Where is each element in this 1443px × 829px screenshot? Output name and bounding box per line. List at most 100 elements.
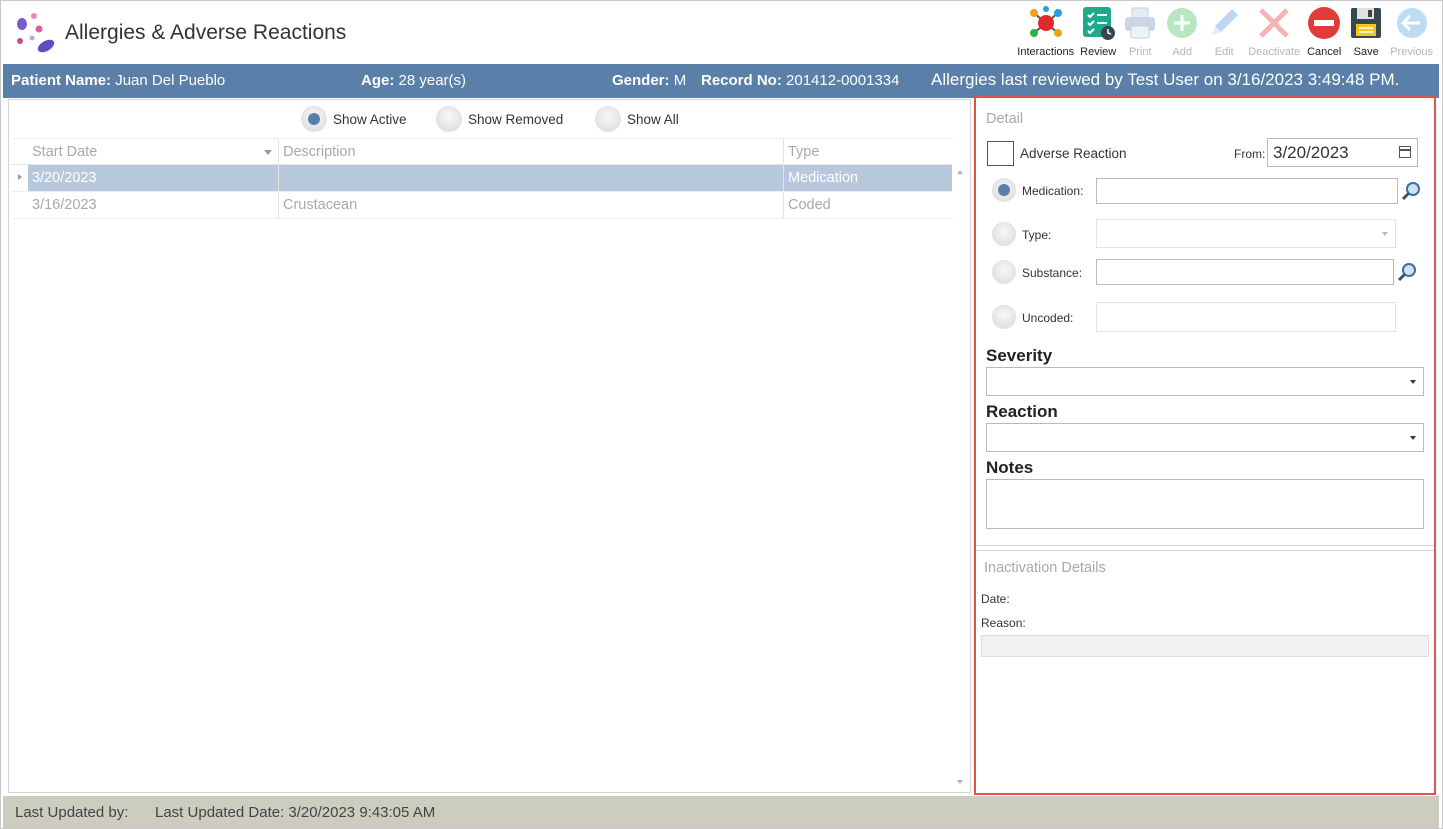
row-indicator-header <box>12 139 28 164</box>
row-description <box>279 165 784 191</box>
row-type: Medication <box>784 165 952 191</box>
cancel-button[interactable]: Cancel <box>1303 5 1345 61</box>
deactivate-button[interactable]: Deactivate <box>1245 5 1303 61</box>
detail-panel: Detail Adverse Reaction From: 3/20/2023 … <box>974 96 1436 795</box>
patient-age-label: Age: <box>361 72 395 89</box>
uncoded-radio[interactable] <box>992 305 1016 329</box>
deactivate-x-icon <box>1259 8 1289 38</box>
allergy-list-panel: Show Active Show Removed Show All Start … <box>8 99 971 793</box>
print-label: Print <box>1128 46 1152 58</box>
column-header-description[interactable]: Description <box>279 139 784 164</box>
show-removed-radio[interactable]: Show Removed <box>436 106 563 132</box>
add-button[interactable]: Add <box>1161 5 1203 61</box>
show-active-radio[interactable]: Show Active <box>301 106 407 132</box>
previous-button[interactable]: Previous <box>1387 5 1436 61</box>
adverse-reaction-label: Adverse Reaction <box>1020 146 1127 161</box>
last-updated-date: Last Updated Date: 3/20/2023 9:43:05 AM <box>155 804 436 821</box>
review-checklist-icon <box>1083 7 1116 40</box>
review-button[interactable]: Review <box>1077 5 1119 61</box>
show-all-label: Show All <box>627 111 679 127</box>
edit-label: Edit <box>1214 46 1234 58</box>
interactions-button[interactable]: Interactions <box>1014 5 1077 61</box>
notes-textarea[interactable] <box>986 479 1424 529</box>
substance-search-icon[interactable] <box>1396 261 1418 283</box>
show-removed-label: Show Removed <box>468 111 564 127</box>
status-bar: Last Updated by: Last Updated Date: 3/20… <box>3 796 1439 828</box>
column-header-start-date[interactable]: Start Date <box>28 139 279 164</box>
previous-label: Previous <box>1390 46 1433 58</box>
review-label: Review <box>1080 46 1117 58</box>
save-label: Save <box>1353 46 1379 58</box>
page-title: Allergies & Adverse Reactions <box>65 21 347 44</box>
printer-icon <box>1125 7 1156 39</box>
patient-gender-label: Gender: <box>612 72 670 89</box>
reaction-dropdown[interactable] <box>986 423 1424 452</box>
radio-selected-dot <box>998 184 1010 196</box>
save-button[interactable]: Save <box>1345 5 1387 61</box>
allergy-grid: Start Date Description Type 3/20/2023 Me… <box>12 138 953 219</box>
show-all-radio[interactable]: Show All <box>595 106 679 132</box>
type-radio[interactable] <box>992 222 1016 246</box>
patient-age: Age: 28 year(s) <box>361 72 466 89</box>
substance-input[interactable] <box>1096 259 1394 285</box>
medication-radio[interactable] <box>992 178 1016 202</box>
sort-descending-icon <box>264 150 272 155</box>
show-all-radio-dot <box>595 106 621 132</box>
patient-name-value: Juan Del Pueblo <box>115 72 226 89</box>
detail-section-title: Detail <box>986 111 1024 127</box>
scroll-up-arrow-icon[interactable] <box>957 170 963 174</box>
section-divider <box>976 545 1434 551</box>
substance-radio[interactable] <box>992 260 1016 284</box>
uncoded-label: Uncoded: <box>1022 311 1074 325</box>
scroll-down-arrow-icon[interactable] <box>957 780 963 784</box>
adverse-reaction-checkbox[interactable] <box>987 141 1014 166</box>
add-label: Add <box>1172 46 1192 58</box>
notes-heading: Notes <box>986 458 1034 477</box>
filter-radio-group: Show Active Show Removed Show All <box>9 106 970 134</box>
row-description: Crustacean <box>279 192 784 218</box>
medication-label: Medication: <box>1022 184 1084 198</box>
type-label: Type: <box>1022 228 1052 242</box>
cancel-icon <box>1308 7 1341 39</box>
severity-dropdown[interactable] <box>986 367 1424 396</box>
cancel-label: Cancel <box>1307 46 1342 58</box>
medication-search-icon[interactable] <box>1400 180 1422 202</box>
app-window: Allergies & Adverse Reactions Interactio… <box>0 0 1443 829</box>
current-row-arrow-icon <box>18 174 22 180</box>
table-row[interactable]: 3/20/2023 Medication <box>12 165 953 192</box>
reaction-heading: Reaction <box>986 402 1058 421</box>
type-dropdown[interactable] <box>1096 219 1396 248</box>
edit-button[interactable]: Edit <box>1203 5 1245 61</box>
row-indicator <box>12 165 28 191</box>
inactivation-section-title: Inactivation Details <box>984 560 1106 576</box>
medication-input[interactable] <box>1096 178 1398 204</box>
pencil-icon <box>1212 9 1239 35</box>
show-active-radio-dot <box>301 106 327 132</box>
row-start-date: 3/20/2023 <box>28 165 279 191</box>
inactivation-reason-field <box>981 635 1429 657</box>
column-header-type[interactable]: Type <box>784 139 952 164</box>
radio-selected-dot <box>308 113 320 125</box>
interactions-icon <box>1029 6 1062 37</box>
last-reviewed-text: Allergies last reviewed by Test User on … <box>931 70 1400 89</box>
print-button[interactable]: Print <box>1119 5 1161 61</box>
toolbar: Interactions Review Print Add Edit Deact… <box>1014 5 1436 61</box>
patient-age-value: 28 year(s) <box>398 72 467 89</box>
from-label: From: <box>1234 147 1266 161</box>
row-indicator <box>12 192 28 218</box>
from-date-picker[interactable]: 3/20/2023 <box>1267 138 1418 167</box>
from-date-value: 3/20/2023 <box>1273 143 1349 162</box>
uncoded-input[interactable] <box>1096 302 1396 332</box>
interactions-label: Interactions <box>1017 46 1075 58</box>
patient-banner: Patient Name: Juan Del Pueblo Age: 28 ye… <box>3 64 1439 98</box>
table-row[interactable]: 3/16/2023 Crustacean Coded <box>12 192 953 219</box>
row-type: Coded <box>788 197 831 213</box>
title-bar: Allergies & Adverse Reactions Interactio… <box>1 1 1442 63</box>
app-logo-icon <box>13 11 57 55</box>
calendar-icon[interactable] <box>1399 146 1411 158</box>
substance-label: Substance: <box>1022 266 1083 280</box>
show-removed-radio-dot <box>436 106 462 132</box>
chevron-down-icon <box>1382 232 1388 236</box>
add-icon <box>1167 8 1198 38</box>
patient-record-value: 201412-0001334 <box>786 72 900 89</box>
